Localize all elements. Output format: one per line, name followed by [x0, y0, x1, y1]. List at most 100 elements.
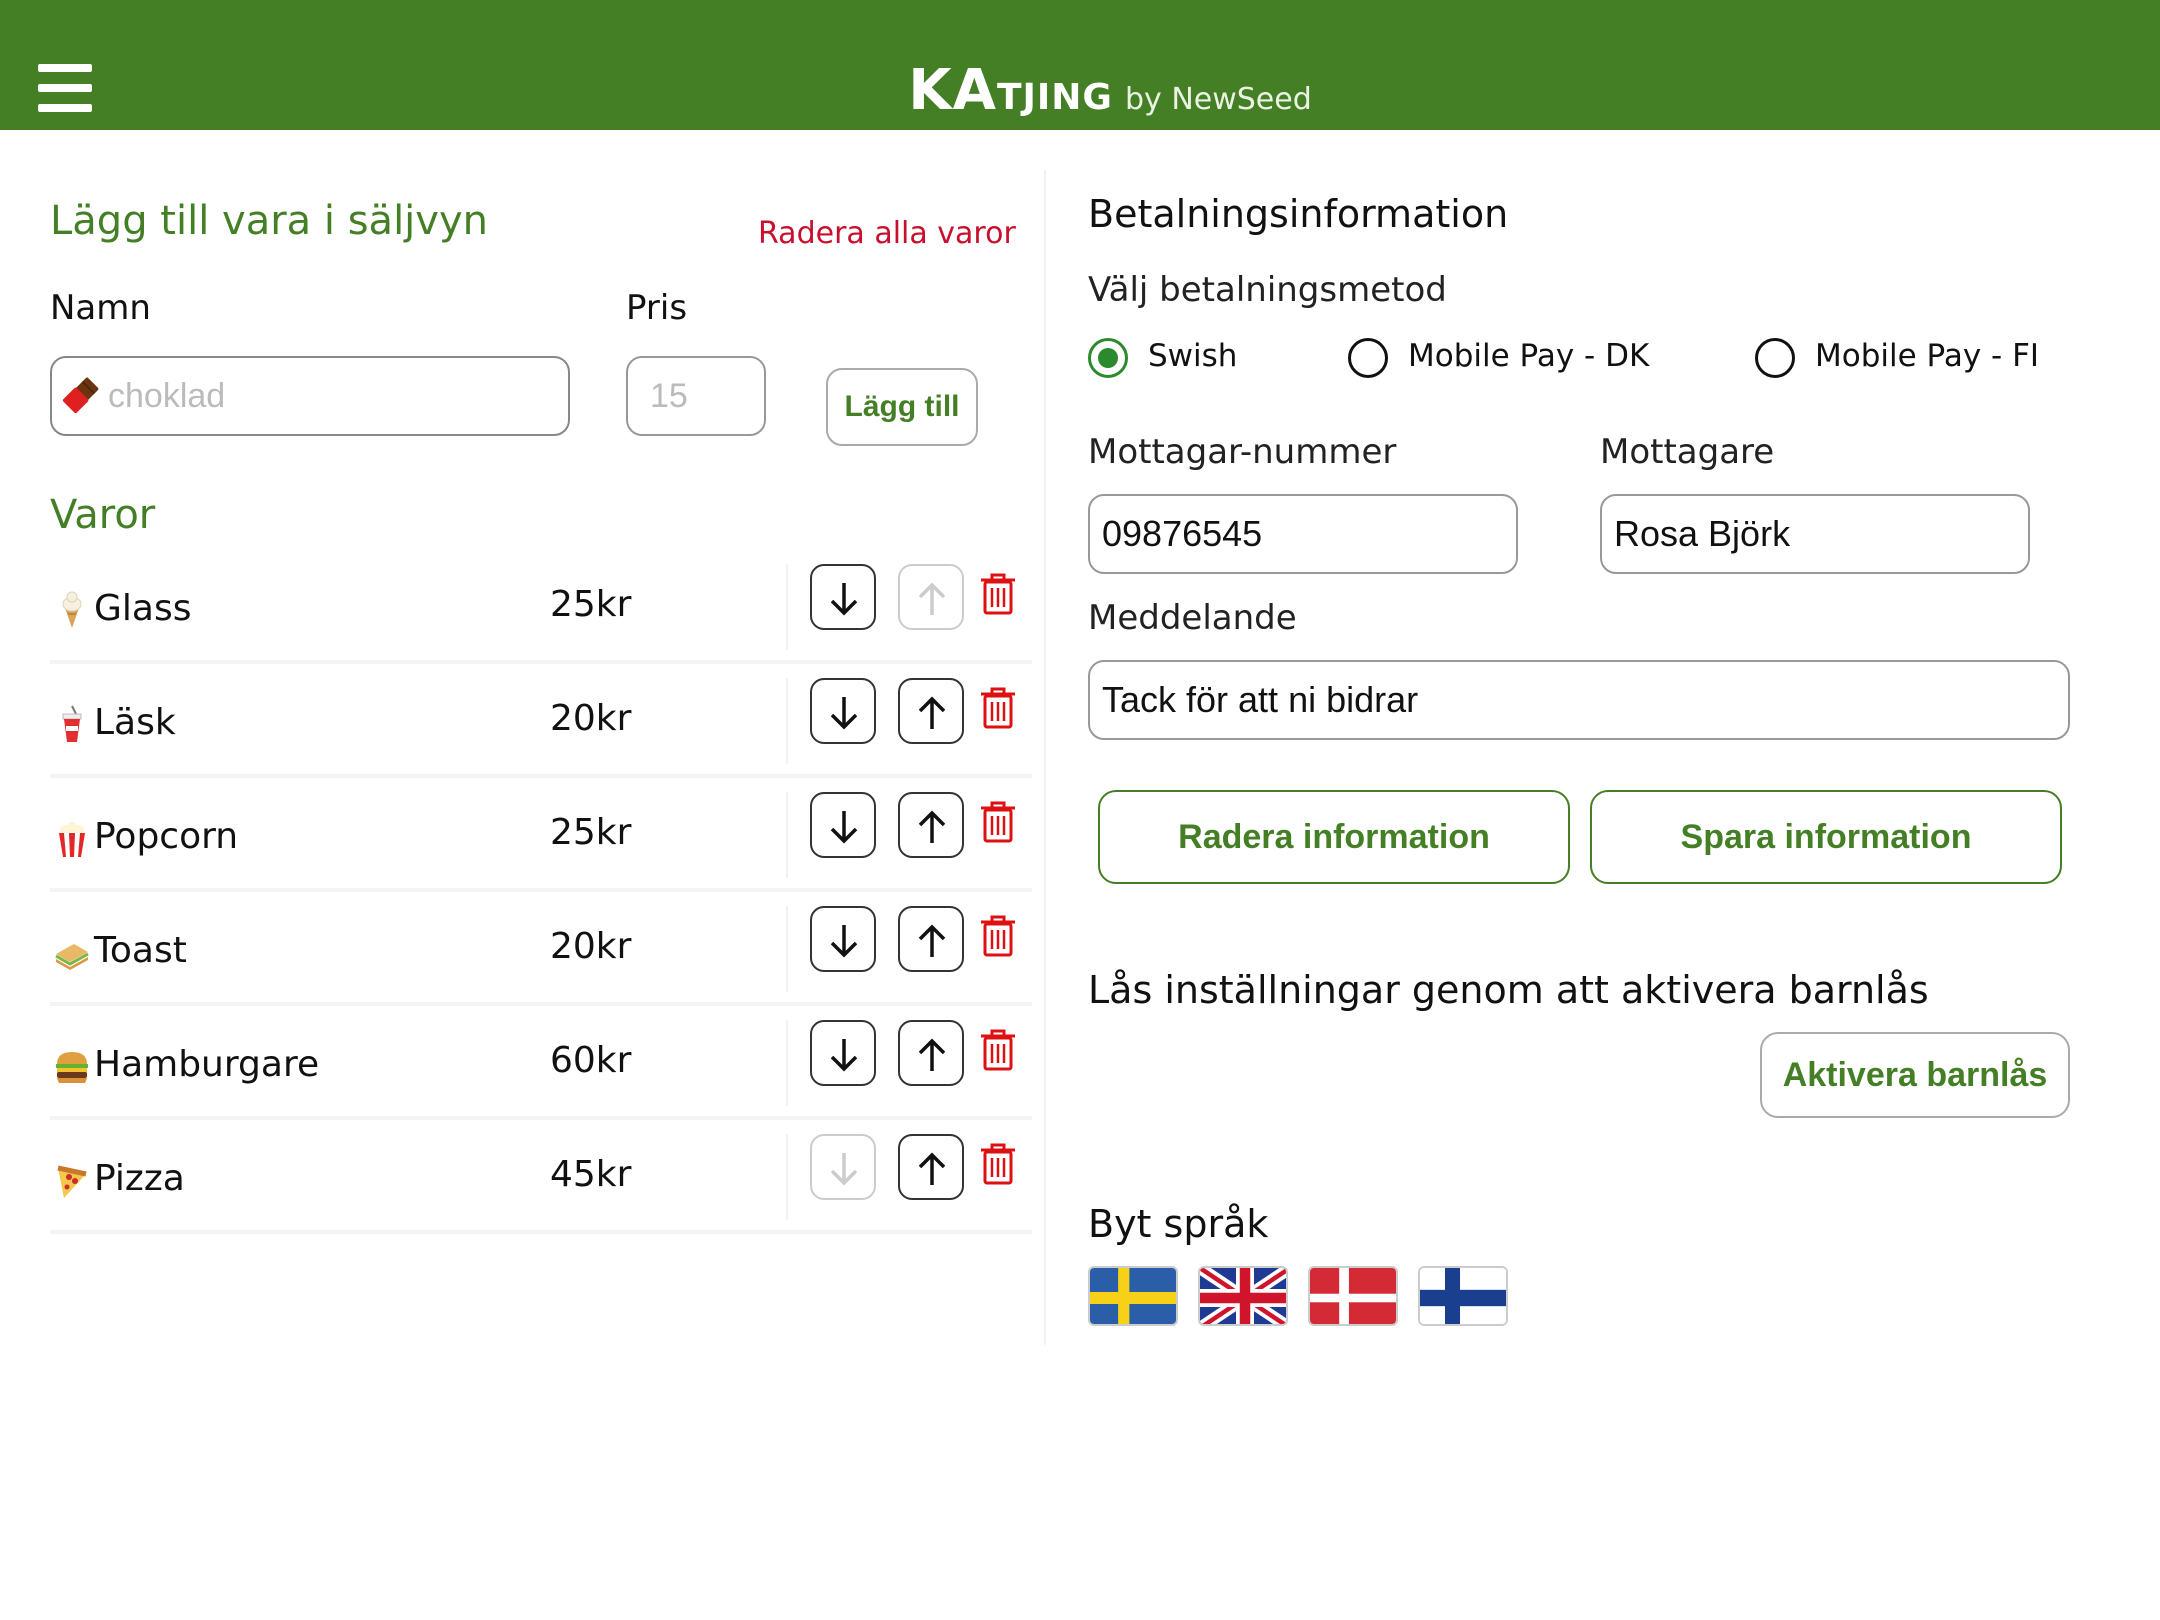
clear-all-items-link[interactable]: Radera alla varor: [758, 216, 1016, 251]
move-down-button[interactable]: [810, 564, 876, 630]
items-list: Glass 25kr Läsk 20kr Popcorn 25kr Toast …: [50, 550, 1032, 1234]
move-down-button[interactable]: [810, 906, 876, 972]
move-down-button[interactable]: [810, 1134, 876, 1200]
radio-unselected-icon: [1755, 338, 1795, 378]
delete-information-button[interactable]: Radera information: [1098, 790, 1570, 884]
message-input[interactable]: [1088, 660, 2070, 740]
receiver-number-input[interactable]: [1088, 494, 1518, 574]
arrow-down-icon: [830, 1039, 858, 1072]
radio-label: Swish: [1148, 338, 1238, 374]
move-up-button[interactable]: [898, 1134, 964, 1200]
receiver-number-label: Mottagar-nummer: [1088, 432, 1397, 472]
payment-title: Betalningsinformation: [1088, 192, 1509, 236]
arrow-down-icon: [830, 811, 858, 844]
item-name: Glass: [94, 588, 192, 629]
brand-by: by NewSeed: [1124, 82, 1312, 117]
receiver-label: Mottagare: [1600, 432, 1775, 472]
move-down-button[interactable]: [810, 1020, 876, 1086]
list-item: Pizza 45kr: [50, 1120, 1032, 1234]
items-title: Varor: [50, 492, 156, 538]
finland-flag-icon[interactable]: [1418, 1266, 1508, 1326]
arrow-down-icon: [830, 1153, 858, 1186]
list-item: Popcorn 25kr: [50, 778, 1032, 892]
item-name: Hamburgare: [94, 1044, 320, 1085]
list-item: Toast 20kr: [50, 892, 1032, 1006]
radio-selected-icon: [1088, 338, 1128, 378]
arrow-up-icon: [918, 924, 946, 957]
pizza-icon: [57, 1165, 87, 1198]
popcorn-icon: [59, 822, 85, 857]
uk-flag-icon[interactable]: [1198, 1266, 1288, 1326]
payment-method-label: Välj betalningsmetod: [1088, 270, 1447, 310]
brand-tjing: TJING: [996, 77, 1113, 118]
item-name-input[interactable]: [50, 356, 570, 436]
row-divider: [786, 1134, 788, 1220]
language-title: Byt språk: [1088, 1202, 1269, 1246]
trash-icon[interactable]: [978, 1142, 1018, 1186]
soda-cup-icon: [62, 705, 82, 742]
radio-unselected-icon: [1348, 338, 1388, 378]
trash-icon[interactable]: [978, 800, 1018, 844]
move-down-button[interactable]: [810, 792, 876, 858]
arrow-up-icon: [918, 696, 946, 729]
list-item: Glass 25kr: [50, 550, 1032, 664]
brand-logo: KATJING by NewSeed: [0, 58, 2160, 123]
arrow-down-icon: [830, 697, 858, 730]
product-panel: Lägg till vara i säljvyn Radera alla var…: [0, 130, 1045, 1345]
item-name: Pizza: [94, 1158, 185, 1199]
chocolate-icon: [62, 377, 99, 414]
column-divider: [1044, 170, 1046, 1345]
list-item: Läsk 20kr: [50, 664, 1032, 778]
radio-label: Mobile Pay - FI: [1815, 338, 2040, 374]
item-price: 25kr: [550, 584, 632, 625]
hamburger-icon: [56, 1052, 88, 1083]
ice-cream-icon: [62, 591, 82, 628]
arrow-up-icon: [918, 582, 946, 615]
item-price-input[interactable]: [626, 356, 766, 436]
row-divider: [786, 906, 788, 992]
row-divider: [786, 564, 788, 650]
arrow-up-icon: [918, 1038, 946, 1071]
item-price: 20kr: [550, 926, 632, 967]
denmark-flag-icon[interactable]: [1308, 1266, 1398, 1326]
item-price: 25kr: [550, 812, 632, 853]
sandwich-icon: [55, 944, 89, 970]
brand-ka: KA: [908, 58, 997, 123]
move-up-button[interactable]: [898, 564, 964, 630]
row-divider: [786, 678, 788, 764]
trash-icon[interactable]: [978, 914, 1018, 958]
receiver-input[interactable]: [1600, 494, 2030, 574]
trash-icon[interactable]: [978, 1028, 1018, 1072]
arrow-up-icon: [918, 1152, 946, 1185]
trash-icon[interactable]: [978, 686, 1018, 730]
lock-settings-text: Lås inställningar genom att aktivera bar…: [1088, 968, 1929, 1012]
item-price: 20kr: [550, 698, 632, 739]
list-item: Hamburgare 60kr: [50, 1006, 1032, 1120]
move-up-button[interactable]: [898, 678, 964, 744]
add-item-button[interactable]: Lägg till: [826, 368, 978, 446]
item-name: Popcorn: [94, 816, 239, 857]
sweden-flag-icon[interactable]: [1088, 1266, 1178, 1326]
move-up-button[interactable]: [898, 1020, 964, 1086]
item-price: 45kr: [550, 1154, 632, 1195]
item-name: Toast: [94, 930, 187, 971]
price-label: Pris: [626, 288, 688, 328]
row-divider: [786, 1020, 788, 1106]
app-header: KATJING by NewSeed: [0, 0, 2160, 130]
radio-label: Mobile Pay - DK: [1408, 338, 1650, 374]
move-up-button[interactable]: [898, 792, 964, 858]
move-down-button[interactable]: [810, 678, 876, 744]
trash-icon[interactable]: [978, 572, 1018, 616]
item-price: 60kr: [550, 1040, 632, 1081]
item-name: Läsk: [94, 702, 176, 743]
row-divider: [786, 792, 788, 878]
arrow-down-icon: [830, 925, 858, 958]
move-up-button[interactable]: [898, 906, 964, 972]
add-item-title: Lägg till vara i säljvyn: [50, 198, 488, 244]
arrow-down-icon: [830, 583, 858, 616]
name-label: Namn: [50, 288, 151, 328]
arrow-up-icon: [918, 810, 946, 843]
save-information-button[interactable]: Spara information: [1590, 790, 2062, 884]
message-label: Meddelande: [1088, 598, 1297, 638]
activate-child-lock-button[interactable]: Aktivera barnlås: [1760, 1032, 2070, 1118]
